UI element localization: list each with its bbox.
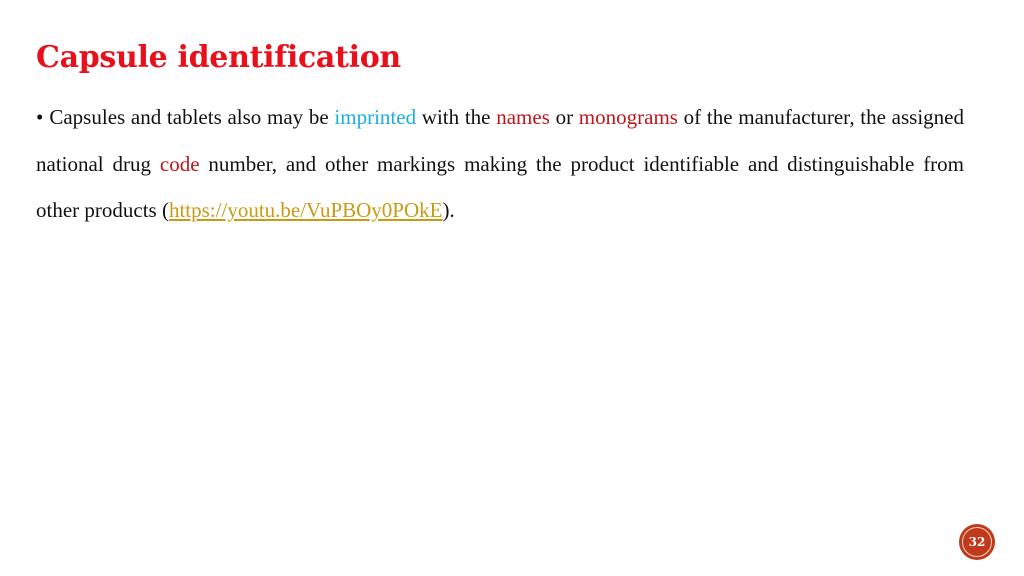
- text-segment: with the: [416, 105, 497, 129]
- highlight-imprinted: imprinted: [334, 105, 417, 129]
- highlight-monograms: monograms: [578, 105, 678, 129]
- page-number: 32: [968, 535, 986, 549]
- youtube-link[interactable]: https://youtu.be/VuPBOy0POkE: [169, 198, 443, 222]
- page-number-badge: 32: [959, 524, 995, 560]
- highlight-names: names: [496, 105, 550, 129]
- text-segment: Capsules and tablets also may be: [49, 105, 335, 129]
- text-segment: or: [549, 105, 579, 129]
- bullet-paragraph: • Capsules and tablets also may be imprin…: [36, 94, 964, 234]
- slide-title: Capsule identification: [36, 40, 401, 75]
- highlight-code: code: [159, 151, 200, 176]
- text-segment: ).: [442, 198, 455, 222]
- bullet-icon: •: [36, 105, 44, 129]
